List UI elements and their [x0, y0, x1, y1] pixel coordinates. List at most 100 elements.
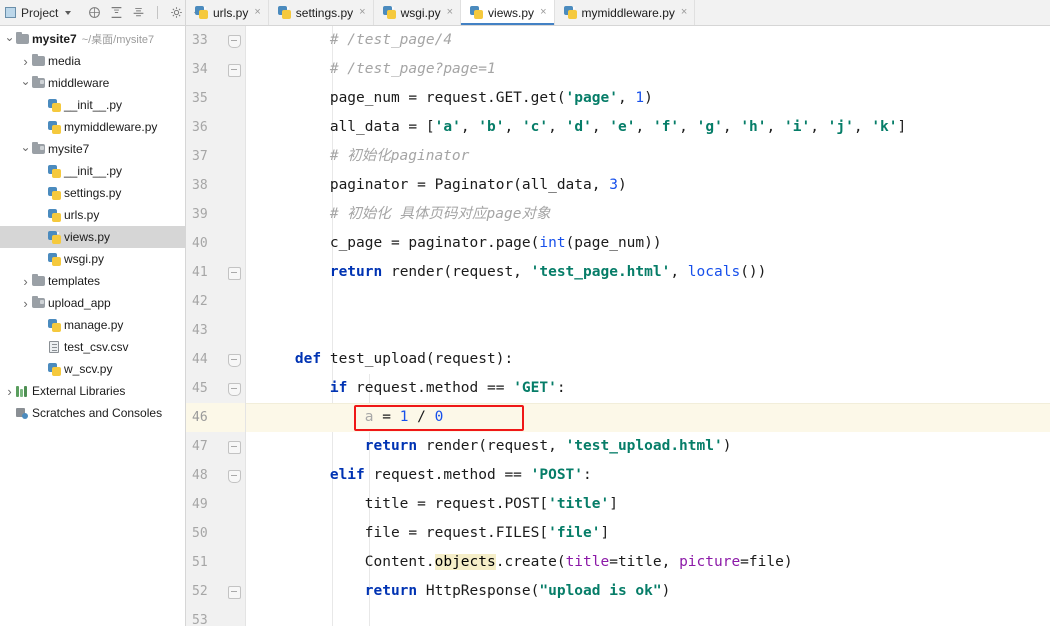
tree-item-mysite7[interactable]: mysite7 ~/桌面/mysite7 — [0, 28, 185, 50]
gutter-line-47[interactable]: 47 — [186, 432, 245, 461]
code-line-46[interactable]: a = 1 / 0 — [246, 403, 1050, 432]
line-number-gutter[interactable]: 33 34 35 36 37 38 39 40 41 42 43 44 45 46 47 48 49 50 51 52… — [186, 26, 246, 626]
gutter-line-49[interactable]: 49 — [186, 490, 245, 519]
tree-item-external-libraries[interactable]: External Libraries — [0, 380, 185, 402]
code-line-36[interactable]: all_data = ['a', 'b', 'c', 'd', 'e', 'f'… — [246, 113, 1050, 142]
chevron-right-icon[interactable] — [4, 385, 15, 398]
code-token: , — [460, 119, 479, 135]
code-fold-icon[interactable] — [228, 64, 241, 77]
close-icon[interactable]: × — [540, 7, 546, 18]
tree-item-test-csv-csv[interactable]: test_csv.csv — [0, 336, 185, 358]
chevron-right-icon[interactable] — [20, 275, 31, 288]
gutter-line-48[interactable]: 48 — [186, 461, 245, 490]
code-area[interactable]: # /test_page/4 # /test_page?page=1 page_… — [246, 26, 1050, 626]
code-line-50[interactable]: file = request.FILES['file'] — [246, 519, 1050, 548]
gutter-line-36[interactable]: 36 — [186, 113, 245, 142]
gutter-line-50[interactable]: 50 — [186, 519, 245, 548]
chevron-down-icon[interactable] — [20, 77, 31, 89]
chevron-down-icon[interactable] — [4, 33, 15, 45]
code-line-34[interactable]: # /test_page?page=1 — [246, 55, 1050, 84]
tree-item--init-py[interactable]: __init__.py — [0, 94, 185, 116]
tree-item-mysite7[interactable]: mysite7 — [0, 138, 185, 160]
chevron-down-icon[interactable] — [65, 10, 72, 15]
gutter-line-39[interactable]: 39 — [186, 200, 245, 229]
tree-item-w-scv-py[interactable]: w_scv.py — [0, 358, 185, 380]
chevron-right-icon[interactable] — [20, 55, 31, 68]
gutter-line-40[interactable]: 40 — [186, 229, 245, 258]
close-icon[interactable]: × — [681, 7, 687, 18]
chevron-down-icon[interactable] — [20, 143, 31, 155]
gutter-line-42[interactable]: 42 — [186, 287, 245, 316]
line-number: 35 — [192, 91, 208, 106]
tree-item-urls-py[interactable]: urls.py — [0, 204, 185, 226]
gutter-line-37[interactable]: 37 — [186, 142, 245, 171]
code-line-40[interactable]: c_page = paginator.page(int(page_num)) — [246, 229, 1050, 258]
gutter-line-46[interactable]: 46 — [186, 403, 245, 432]
code-fold-icon[interactable] — [228, 35, 241, 48]
code-line-53[interactable] — [246, 606, 1050, 626]
code-line-47[interactable]: return render(request, 'test_upload.html… — [246, 432, 1050, 461]
tree-item-mymiddleware-py[interactable]: mymiddleware.py — [0, 116, 185, 138]
code-line-33[interactable]: # /test_page/4 — [246, 26, 1050, 55]
project-tree[interactable]: mysite7 ~/桌面/mysite7media middleware __init… — [0, 26, 186, 626]
tree-item-label: mysite7 — [32, 32, 77, 46]
gutter-line-44[interactable]: 44 — [186, 345, 245, 374]
locate-icon[interactable] — [88, 6, 101, 19]
code-line-48[interactable]: elif request.method == 'POST': — [246, 461, 1050, 490]
code-line-42[interactable] — [246, 287, 1050, 316]
gutter-line-33[interactable]: 33 — [186, 26, 245, 55]
code-fold-icon[interactable] — [228, 470, 241, 483]
gutter-line-41[interactable]: 41 — [186, 258, 245, 287]
line-number: 44 — [192, 352, 208, 367]
code-line-49[interactable]: title = request.POST['title'] — [246, 490, 1050, 519]
expand-all-icon[interactable] — [110, 6, 123, 19]
code-fold-icon[interactable] — [228, 441, 241, 454]
code-line-51[interactable]: Content.objects.create(title=title, pict… — [246, 548, 1050, 577]
tree-item--init-py[interactable]: __init__.py — [0, 160, 185, 182]
code-line-39[interactable]: # 初始化 具体页码对应page对象 — [246, 200, 1050, 229]
gutter-line-35[interactable]: 35 — [186, 84, 245, 113]
tree-item-middleware[interactable]: middleware — [0, 72, 185, 94]
gear-icon[interactable] — [170, 6, 183, 19]
close-icon[interactable]: × — [254, 7, 260, 18]
code-line-45[interactable]: if request.method == 'GET': — [246, 374, 1050, 403]
tree-item-scratches-and-consoles[interactable]: Scratches and Consoles — [0, 402, 185, 424]
editor-tab-mymiddleware-py[interactable]: mymiddleware.py × — [555, 0, 696, 25]
gutter-line-43[interactable]: 43 — [186, 316, 245, 345]
gutter-line-45[interactable]: 45 — [186, 374, 245, 403]
gutter-line-38[interactable]: 38 — [186, 171, 245, 200]
tree-item-upload-app[interactable]: upload_app — [0, 292, 185, 314]
chevron-right-icon[interactable] — [20, 297, 31, 310]
code-fold-icon[interactable] — [228, 586, 241, 599]
gutter-line-52[interactable]: 52 — [186, 577, 245, 606]
close-icon[interactable]: × — [447, 7, 453, 18]
code-fold-icon[interactable] — [228, 267, 241, 280]
tree-item-views-py[interactable]: views.py — [0, 226, 185, 248]
close-icon[interactable]: × — [359, 7, 365, 18]
tree-item-settings-py[interactable]: settings.py — [0, 182, 185, 204]
code-line-38[interactable]: paginator = Paginator(all_data, 3) — [246, 171, 1050, 200]
tree-item-manage-py[interactable]: manage.py — [0, 314, 185, 336]
gutter-line-51[interactable]: 51 — [186, 548, 245, 577]
code-line-43[interactable] — [246, 316, 1050, 345]
collapse-all-icon[interactable] — [132, 6, 145, 19]
editor-tab-views-py[interactable]: views.py × — [461, 0, 555, 25]
tree-item-templates[interactable]: templates — [0, 270, 185, 292]
python-file-icon — [47, 98, 61, 112]
code-fold-icon[interactable] — [228, 354, 241, 367]
code-line-37[interactable]: # 初始化paginator — [246, 142, 1050, 171]
code-line-41[interactable]: return render(request, 'test_page.html',… — [246, 258, 1050, 287]
code-line-44[interactable]: def test_upload(request): — [246, 345, 1050, 374]
code-line-52[interactable]: return HttpResponse("upload is ok") — [246, 577, 1050, 606]
tree-item-media[interactable]: media — [0, 50, 185, 72]
gutter-line-34[interactable]: 34 — [186, 55, 245, 84]
editor-tab-wsgi-py[interactable]: wsgi.py × — [374, 0, 462, 25]
code-line-35[interactable]: page_num = request.GET.get('page', 1) — [246, 84, 1050, 113]
editor-tab-settings-py[interactable]: settings.py × — [269, 0, 374, 25]
code-fold-icon[interactable] — [228, 383, 241, 396]
gutter-line-53[interactable]: 53 — [186, 606, 245, 626]
editor-tab-urls-py[interactable]: urls.py × — [186, 0, 269, 25]
tree-item-wsgi-py[interactable]: wsgi.py — [0, 248, 185, 270]
